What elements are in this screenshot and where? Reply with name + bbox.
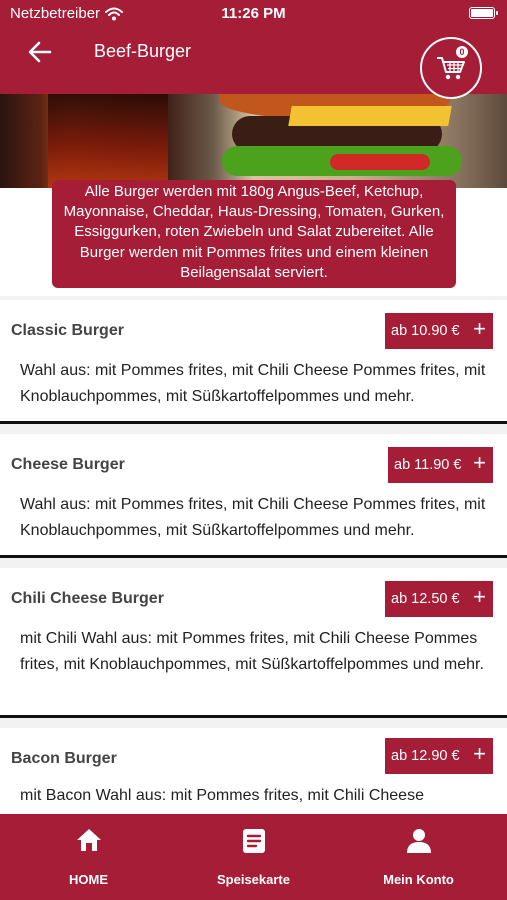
menu-item-name: Cheese Burger bbox=[11, 456, 125, 473]
menu-item-card[interactable]: Chili Cheese Burger ab 12.50 € + mit Chi… bbox=[0, 568, 507, 718]
menu-item-card[interactable]: Classic Burger ab 10.90 € + Wahl aus: mi… bbox=[0, 300, 507, 424]
hero-burger-image bbox=[0, 94, 507, 188]
home-icon bbox=[76, 829, 101, 851]
tab-mein-konto[interactable]: Mein Konto bbox=[334, 814, 503, 900]
price-label: ab 10.90 € bbox=[391, 323, 460, 339]
menu-item-description: mit Bacon Wahl aus: mit Pommes frites, m… bbox=[20, 787, 424, 804]
category-info-box: Alle Burger werden mit 180g Angus-Beef, … bbox=[52, 180, 456, 288]
price-label: ab 12.50 € bbox=[391, 591, 460, 607]
menu-item-name: Chili Cheese Burger bbox=[11, 590, 164, 607]
status-time: 11:26 PM bbox=[221, 5, 286, 22]
cart-button[interactable]: 0 bbox=[420, 37, 482, 99]
status-bar: Netzbetreiber 11:26 PM bbox=[0, 0, 507, 28]
hero-drink-glass bbox=[48, 94, 168, 188]
tab-home[interactable]: HOME bbox=[4, 814, 173, 900]
tab-speisekarte-label: Speisekarte bbox=[217, 872, 290, 887]
plus-icon: + bbox=[473, 741, 486, 766]
shopping-cart-icon bbox=[437, 57, 465, 80]
category-info-text: Alle Burger werden mit 180g Angus-Beef, … bbox=[63, 183, 445, 281]
plus-icon: + bbox=[473, 316, 486, 341]
cart-count-badge: 0 bbox=[456, 46, 468, 58]
user-icon bbox=[406, 829, 431, 853]
price-label: ab 12.90 € bbox=[391, 748, 460, 764]
menu-item-card[interactable]: Cheese Burger ab 11.90 € + Wahl aus: mit… bbox=[0, 434, 507, 558]
tab-speisekarte[interactable]: Speisekarte bbox=[169, 814, 338, 900]
back-arrow-icon bbox=[28, 41, 52, 63]
add-to-cart-button[interactable]: ab 10.90 € + bbox=[385, 313, 493, 349]
menu-item-name: Bacon Burger bbox=[11, 750, 117, 767]
tab-home-label: HOME bbox=[69, 872, 108, 887]
menu-card-icon bbox=[242, 829, 265, 853]
add-to-cart-button[interactable]: ab 11.90 € + bbox=[388, 447, 493, 483]
plus-icon: + bbox=[473, 450, 486, 475]
menu-item-description: Wahl aus: mit Pommes frites, mit Chili C… bbox=[20, 496, 486, 539]
price-label: ab 11.90 € bbox=[394, 457, 462, 473]
menu-item-name: Classic Burger bbox=[11, 322, 124, 339]
plus-icon: + bbox=[473, 584, 486, 609]
menu-item-description: mit Chili Wahl aus: mit Pommes frites, m… bbox=[20, 630, 484, 673]
add-to-cart-button[interactable]: ab 12.90 € + bbox=[385, 738, 493, 774]
tab-mein-konto-label: Mein Konto bbox=[383, 872, 454, 887]
hero-cheese bbox=[288, 106, 452, 126]
hero-tomato bbox=[330, 154, 430, 170]
menu-item-description: Wahl aus: mit Pommes frites, mit Chili C… bbox=[20, 362, 486, 405]
menu-item-card[interactable]: Bacon Burger ab 12.90 € + mit Bacon Wahl… bbox=[0, 728, 507, 814]
nav-bar: Beef-Burger 0 bbox=[0, 28, 507, 99]
page-title: Beef-Burger bbox=[94, 41, 192, 61]
bottom-tab-bar: HOME Speisekarte Mein Konto bbox=[0, 814, 507, 900]
menu-list[interactable]: Classic Burger ab 10.90 € + Wahl aus: mi… bbox=[0, 296, 507, 814]
back-button[interactable] bbox=[26, 38, 54, 66]
battery-icon bbox=[469, 7, 498, 19]
add-to-cart-button[interactable]: ab 12.50 € + bbox=[385, 581, 493, 617]
